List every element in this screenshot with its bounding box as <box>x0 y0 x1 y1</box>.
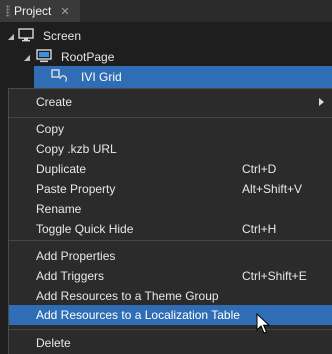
context-menu: Create Copy Copy .kzb URL Duplicate Ctrl… <box>8 88 332 354</box>
menu-item-shortcut: Ctrl+H <box>242 222 277 236</box>
menu-item-label: Add Properties <box>36 249 116 263</box>
menu-item-label: Duplicate <box>36 162 87 176</box>
menu-separator <box>9 117 332 118</box>
menu-item-delete[interactable]: Delete <box>9 333 332 353</box>
tab-label: Project <box>14 4 52 18</box>
menu-item-shortcut: Ctrl+Shift+E <box>242 269 307 283</box>
drag-grip-icon[interactable] <box>6 5 10 17</box>
tree-item-rootpage[interactable]: ◢ RootPage <box>0 47 114 67</box>
menu-item-toggle-quick-hide[interactable]: Toggle Quick Hide Ctrl+H <box>9 219 332 239</box>
menu-item-label: Create <box>36 95 73 109</box>
grid-node-icon <box>51 69 69 88</box>
menu-item-label: Delete <box>36 336 71 350</box>
menu-item-paste-property[interactable]: Paste Property Alt+Shift+V <box>9 179 332 199</box>
menu-item-label: Add Resources to a Localization Table <box>36 308 240 322</box>
menu-separator <box>9 240 332 241</box>
menu-item-label: Toggle Quick Hide <box>36 222 134 236</box>
menu-item-rename[interactable]: Rename <box>9 199 332 219</box>
tab-project[interactable]: Project ✕ <box>0 0 80 22</box>
tree-item-label: IVI Grid <box>81 70 122 84</box>
menu-item-label: Add Resources to a Theme Group <box>36 289 219 303</box>
mouse-cursor-icon <box>256 312 271 338</box>
menu-item-add-resources-localization-table[interactable]: Add Resources to a Localization Table <box>9 305 332 325</box>
menu-item-add-resources-theme-group[interactable]: Add Resources to a Theme Group <box>9 286 332 306</box>
menu-item-add-properties[interactable]: Add Properties <box>9 246 332 266</box>
menu-item-label: Rename <box>36 202 82 216</box>
selection-highlight <box>34 66 332 88</box>
menu-separator <box>9 329 332 330</box>
close-icon[interactable]: ✕ <box>60 5 69 18</box>
menu-item-copy-kzb-url[interactable]: Copy .kzb URL <box>9 139 332 159</box>
tree-item-screen[interactable]: ◢ Screen <box>0 26 81 46</box>
menu-item-label: Paste Property <box>36 182 116 196</box>
menu-item-create[interactable]: Create <box>9 92 332 112</box>
menu-item-label: Copy .kzb URL <box>36 142 117 156</box>
tree-item-label: RootPage <box>61 50 115 64</box>
expand-caret-icon[interactable]: ◢ <box>22 53 32 62</box>
submenu-arrow-icon <box>319 98 324 106</box>
menu-item-label: Copy <box>36 122 65 136</box>
menu-item-shortcut: Alt+Shift+V <box>242 182 303 196</box>
tree-item-label: Screen <box>43 29 82 43</box>
page-icon <box>36 48 52 66</box>
screen-icon <box>18 27 34 45</box>
menu-item-label: Add Triggers <box>36 269 105 283</box>
menu-item-add-triggers[interactable]: Add Triggers Ctrl+Shift+E <box>9 266 332 286</box>
tree-item-ivi-grid[interactable]: IVI Grid <box>0 66 332 88</box>
menu-item-copy[interactable]: Copy <box>9 119 332 139</box>
menu-item-shortcut: Ctrl+D <box>242 162 277 176</box>
expand-caret-icon[interactable]: ◢ <box>6 32 16 41</box>
panel-tabbar: Project ✕ <box>0 0 332 22</box>
menu-item-duplicate[interactable]: Duplicate Ctrl+D <box>9 159 332 179</box>
